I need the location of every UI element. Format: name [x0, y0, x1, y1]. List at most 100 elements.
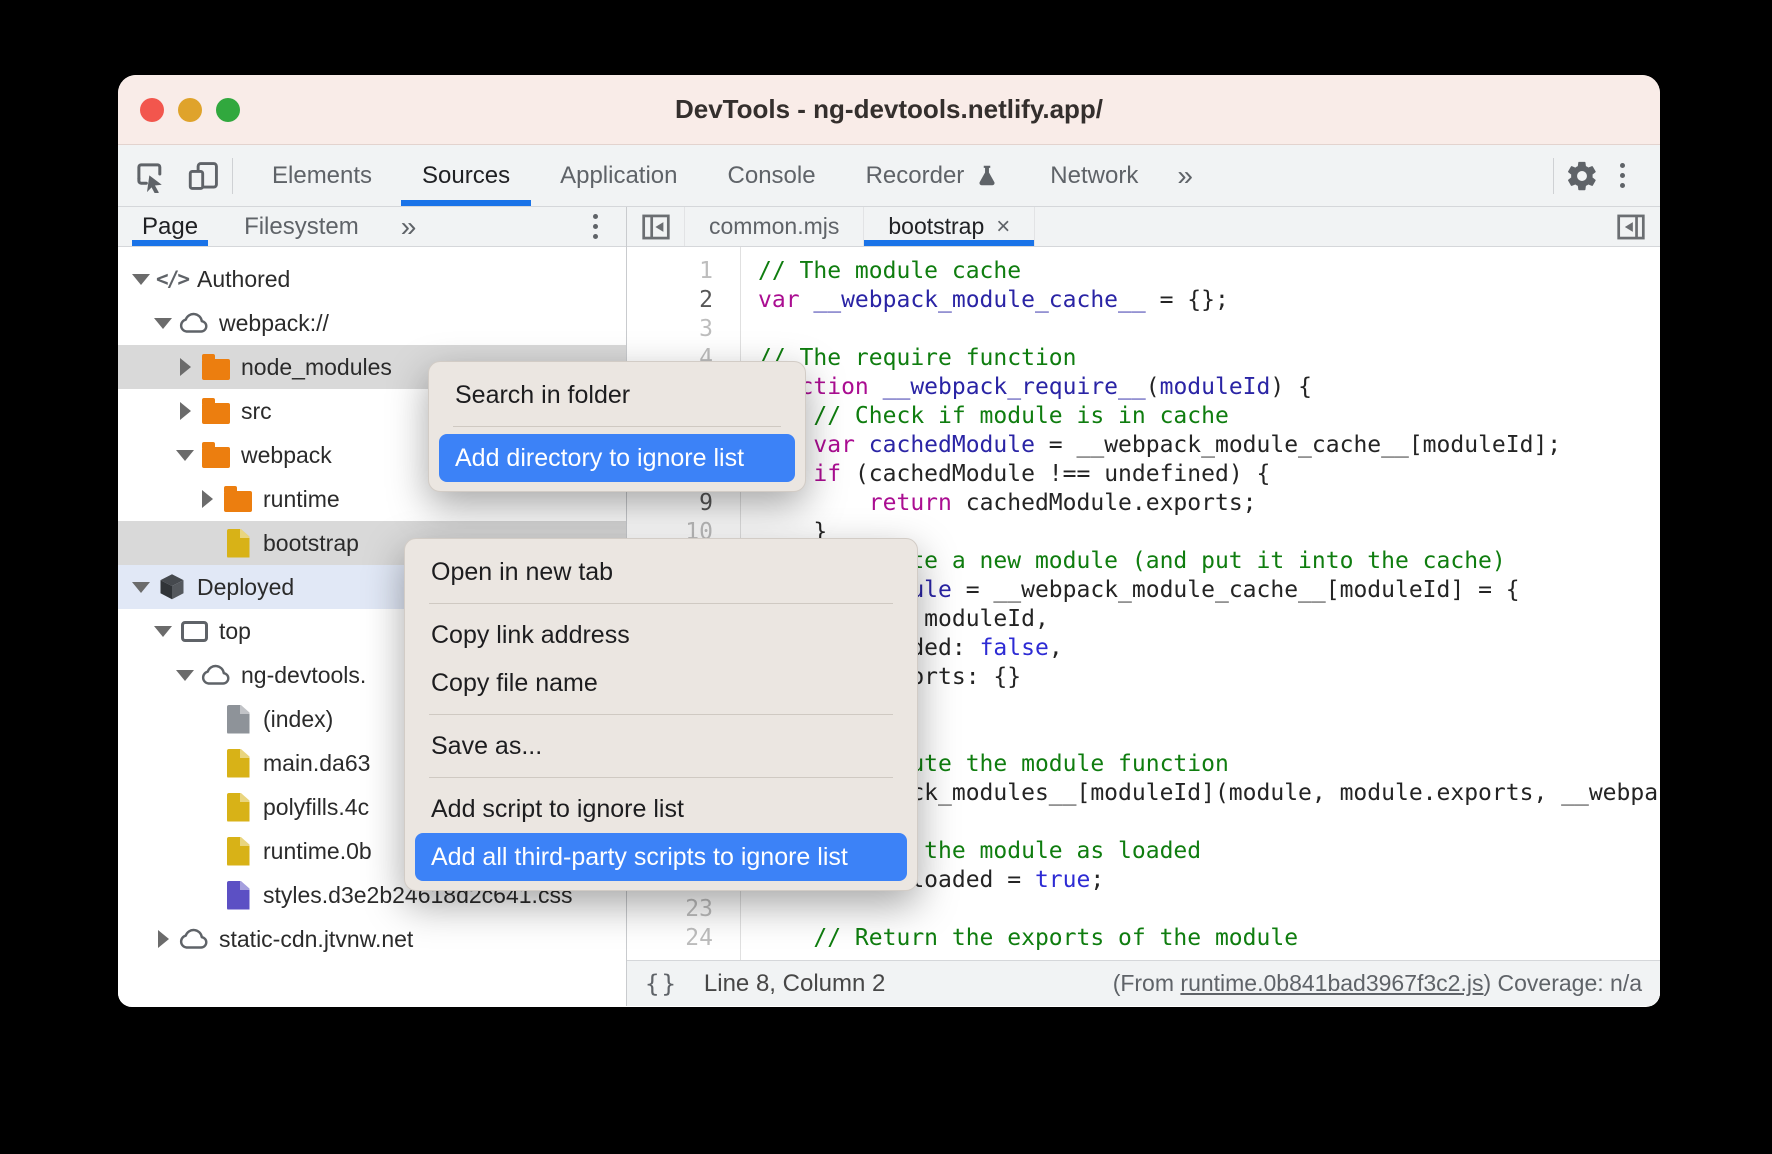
line-number[interactable]: 1 [627, 257, 740, 286]
disclosure-triangle-icon[interactable] [150, 930, 176, 948]
device-toolbar-icon[interactable] [184, 156, 224, 196]
tree-item-label: main.da63 [263, 750, 370, 777]
script-file-icon [227, 529, 250, 558]
source-map-link[interactable]: runtime.0b841bad3967f3c2.js [1180, 970, 1483, 996]
menu-item-add-directory-to-ignore-list[interactable]: Add directory to ignore list [439, 434, 795, 482]
code-line[interactable]: function __webpack_require__(moduleId) { [758, 373, 1660, 402]
disclosure-triangle-icon[interactable] [194, 490, 220, 508]
source-map-info: (From runtime.0b841bad3967f3c2.js) Cover… [1113, 970, 1642, 997]
editor-tab-common-mjs[interactable]: common.mjs [685, 207, 864, 246]
menu-item-add-script-to-ignore-list[interactable]: Add script to ignore list [415, 785, 907, 833]
line-number[interactable]: 24 [627, 924, 740, 953]
inspect-element-icon[interactable] [130, 156, 170, 196]
tree-item-webpack[interactable]: webpack:// [118, 301, 626, 345]
more-panels-chevron-icon[interactable]: » [1163, 145, 1207, 206]
navigator-tab-label: Page [142, 213, 198, 241]
disclosure-triangle-icon[interactable] [150, 318, 176, 329]
menu-separator [429, 714, 893, 715]
tree-item-label: top [219, 618, 251, 645]
navigator-tab-bar: Page Filesystem » [118, 207, 626, 247]
menu-item-save-as[interactable]: Save as... [415, 722, 907, 770]
tree-item-label: src [241, 398, 272, 425]
navigator-kebab-menu-icon[interactable] [578, 207, 612, 247]
folder-icon [202, 403, 230, 424]
line-number[interactable]: 2 [627, 286, 740, 315]
tree-item-authored[interactable]: </> Authored [118, 257, 626, 301]
navigator-tab-page[interactable]: Page [132, 207, 208, 246]
document-file-icon [227, 705, 250, 734]
code-line[interactable]: var __webpack_module_cache__ = {}; [758, 286, 1660, 315]
code-line[interactable]: // The module cache [758, 257, 1660, 286]
disclosure-triangle-icon[interactable] [150, 626, 176, 637]
panel-tab-label: Recorder [866, 162, 965, 190]
editor-tab-label: common.mjs [709, 213, 839, 240]
cube-icon [157, 572, 187, 602]
panel-tab-application[interactable]: Application [535, 145, 702, 206]
panel-tab-elements[interactable]: Elements [247, 145, 397, 206]
line-number[interactable]: 23 [627, 895, 740, 924]
tree-item-label: runtime [263, 486, 340, 513]
dock-panel-icon[interactable] [1602, 207, 1660, 246]
cloud-icon [178, 927, 210, 951]
line-number[interactable]: 3 [627, 315, 740, 344]
folder-icon [202, 447, 230, 468]
navigator-tab-filesystem[interactable]: Filesystem [234, 207, 369, 246]
panel-tab-label: Sources [422, 162, 510, 190]
cloud-icon [178, 311, 210, 335]
panel-tab-network[interactable]: Network [1025, 145, 1163, 206]
devtools-toolbar: Elements Sources Application Console Recorde… [118, 145, 1660, 207]
menu-item-copy-file-name[interactable]: Copy file name [415, 659, 907, 707]
panel-tab-label: Elements [272, 162, 372, 190]
disclosure-triangle-icon[interactable] [172, 402, 198, 420]
frame-icon [181, 621, 208, 642]
disclosure-triangle-icon[interactable] [172, 358, 198, 376]
code-line[interactable]: // Check if module is in cache [758, 402, 1660, 431]
tree-item-label: node_modules [241, 354, 392, 381]
authored-code-icon: </> [156, 267, 188, 291]
toggle-navigator-icon[interactable] [627, 207, 685, 246]
disclosure-triangle-icon[interactable] [128, 274, 154, 285]
more-navigator-tabs-chevron-icon[interactable]: » [395, 211, 423, 243]
code-line[interactable]: return cachedModule.exports; [758, 489, 1660, 518]
menu-item-copy-link-address[interactable]: Copy link address [415, 611, 907, 659]
editor-tab-bootstrap[interactable]: bootstrap× [864, 207, 1035, 246]
settings-gear-icon[interactable] [1562, 156, 1602, 196]
code-line[interactable]: if (cachedModule !== undefined) { [758, 460, 1660, 489]
flask-icon [974, 163, 1000, 189]
tree-item-label: ng-devtools. [241, 662, 366, 689]
menu-item-search-in-folder[interactable]: Search in folder [439, 371, 795, 419]
tree-item-label: polyfills.4c [263, 794, 369, 821]
editor-status-bar: {} Line 8, Column 2 (From runtime.0b841b… [627, 960, 1660, 1006]
folder-icon [224, 491, 252, 512]
tree-item-static-cdn-jtvnw-net[interactable]: static-cdn.jtvnw.net [118, 917, 626, 961]
disclosure-triangle-icon[interactable] [172, 450, 198, 461]
toolbar-divider [232, 158, 233, 194]
script-file-icon [227, 793, 250, 822]
code-line[interactable] [758, 315, 1660, 344]
tree-item-label: Authored [197, 266, 290, 293]
tree-item-label: (index) [263, 706, 333, 733]
menu-item-open-in-new-tab[interactable]: Open in new tab [415, 548, 907, 596]
tree-item-label: Deployed [197, 574, 294, 601]
disclosure-triangle-icon[interactable] [172, 670, 198, 681]
panel-tab-console[interactable]: Console [703, 145, 841, 206]
editor-tab-bar: common.mjs bootstrap× [627, 207, 1660, 247]
panel-tab-label: Console [728, 162, 816, 190]
disclosure-triangle-icon[interactable] [128, 582, 154, 593]
script-file-icon [227, 837, 250, 866]
code-line[interactable]: // The require function [758, 344, 1660, 373]
pretty-print-icon[interactable]: {} [645, 970, 678, 998]
code-line[interactable]: var cachedModule = __webpack_module_cach… [758, 431, 1660, 460]
close-tab-icon[interactable]: × [996, 215, 1010, 239]
line-number[interactable]: 9 [627, 489, 740, 518]
window-title: DevTools - ng-devtools.netlify.app/ [118, 94, 1660, 125]
tree-item-label: webpack:// [219, 310, 329, 337]
code-line[interactable]: // Return the exports of the module [758, 924, 1660, 953]
script-file-icon [227, 749, 250, 778]
title-bar: DevTools - ng-devtools.netlify.app/ [118, 75, 1660, 145]
panel-tab-sources[interactable]: Sources [397, 145, 535, 206]
kebab-menu-icon[interactable] [1602, 156, 1642, 196]
code-line[interactable] [758, 895, 1660, 924]
menu-item-add-all-third-party-scripts-to-ignore-list[interactable]: Add all third-party scripts to ignore li… [415, 833, 907, 881]
panel-tab-recorder[interactable]: Recorder [841, 145, 1026, 206]
